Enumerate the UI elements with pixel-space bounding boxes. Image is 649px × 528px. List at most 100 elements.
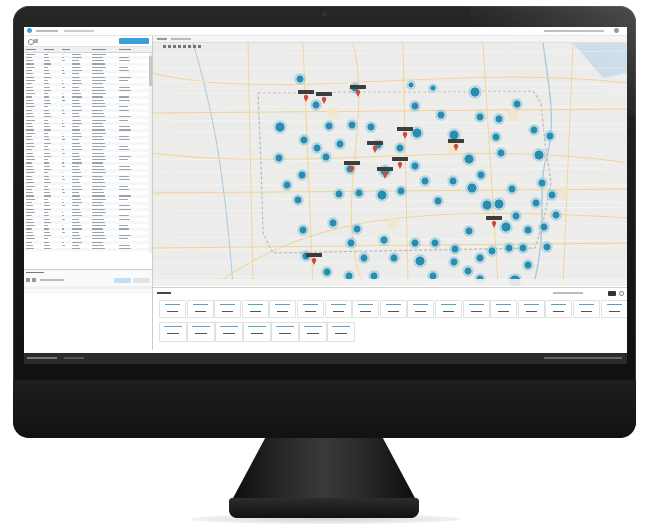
zoom-out-icon[interactable] <box>168 45 171 48</box>
cluster-marker <box>463 153 475 165</box>
stat-label-blur <box>220 326 238 328</box>
stat-card[interactable] <box>573 300 600 318</box>
table-cell <box>44 116 51 118</box>
map-view[interactable] <box>153 43 627 286</box>
stat-card[interactable] <box>215 322 243 342</box>
details-icon-2[interactable] <box>32 278 36 282</box>
user-menu-icon[interactable] <box>614 28 619 33</box>
records-scroll-thumb[interactable] <box>149 56 152 86</box>
table-cell <box>72 136 82 138</box>
stat-card[interactable] <box>214 300 242 318</box>
stat-card[interactable] <box>186 300 214 318</box>
details-secondary-button[interactable] <box>133 278 150 283</box>
table-cell <box>26 185 35 187</box>
details-primary-button[interactable] <box>114 278 131 283</box>
pin-label <box>344 161 360 165</box>
statistics-settings-button[interactable] <box>608 291 616 296</box>
stat-label-blur <box>385 304 401 306</box>
filter-icon[interactable] <box>34 39 38 43</box>
stat-card[interactable] <box>187 322 215 342</box>
app-menu-blur[interactable] <box>64 30 94 32</box>
stat-card[interactable] <box>545 300 573 318</box>
table-cell <box>72 152 79 154</box>
cluster-marker <box>297 170 307 180</box>
user-info-blur <box>544 30 604 32</box>
pin-label <box>367 141 383 145</box>
print-icon[interactable] <box>198 45 201 48</box>
table-cell <box>119 89 131 91</box>
stat-card[interactable] <box>462 300 490 318</box>
stat-card[interactable] <box>159 322 187 342</box>
stat-card[interactable] <box>241 300 269 318</box>
select-icon[interactable] <box>178 45 181 48</box>
map-canvas[interactable] <box>153 43 627 286</box>
details-title-blur <box>26 271 44 273</box>
table-cell <box>62 159 63 161</box>
cluster-marker <box>376 189 388 201</box>
table-cell <box>72 126 79 128</box>
table-cell <box>62 162 64 164</box>
add-record-button[interactable] <box>119 38 149 44</box>
pan-icon[interactable] <box>173 45 176 48</box>
table-cell <box>26 109 32 111</box>
stat-card[interactable] <box>159 300 186 318</box>
table-cell <box>26 155 34 157</box>
table-cell <box>92 185 106 187</box>
table-cell <box>26 126 33 128</box>
table-cell <box>26 162 32 164</box>
table-cell <box>72 165 79 167</box>
tab-map[interactable] <box>157 38 167 40</box>
measure-icon[interactable] <box>183 45 186 48</box>
cluster-marker <box>369 271 379 281</box>
pin-label <box>392 157 408 161</box>
table-cell <box>72 93 81 95</box>
tab-layers[interactable] <box>171 38 191 40</box>
stat-card[interactable] <box>379 300 407 318</box>
app-title-blur <box>36 30 58 32</box>
stat-value-blur <box>335 333 347 335</box>
pin-label <box>306 253 322 257</box>
stat-card[interactable] <box>243 322 271 342</box>
stat-card[interactable] <box>517 300 545 318</box>
map-attribution <box>153 279 627 286</box>
table-cell <box>44 211 48 214</box>
table-cell <box>92 149 103 151</box>
stat-card[interactable] <box>297 300 324 318</box>
cluster-marker <box>475 253 485 263</box>
stat-card[interactable] <box>324 300 352 318</box>
table-cell <box>62 112 65 115</box>
stat-card[interactable] <box>435 300 462 318</box>
table-cell <box>92 221 105 223</box>
stat-card[interactable] <box>407 300 435 318</box>
stat-card[interactable] <box>352 300 380 318</box>
layers-icon[interactable] <box>193 45 196 48</box>
table-cell <box>26 142 34 144</box>
draw-icon[interactable] <box>188 45 191 48</box>
stat-card[interactable] <box>600 300 627 318</box>
table-cell <box>72 218 79 220</box>
table-cell <box>72 149 82 151</box>
table-row[interactable] <box>24 247 152 251</box>
zoom-in-icon[interactable] <box>163 45 166 48</box>
table-cell <box>44 235 51 237</box>
table-cell <box>72 244 79 247</box>
details-icon-1[interactable] <box>26 278 30 282</box>
stat-card[interactable] <box>271 322 299 342</box>
table-cell <box>92 169 105 171</box>
stat-card[interactable] <box>299 322 327 342</box>
table-cell <box>44 205 50 207</box>
app-logo-icon[interactable] <box>27 28 32 33</box>
cluster-marker <box>449 257 459 267</box>
stat-card[interactable] <box>490 300 518 318</box>
stat-card[interactable] <box>269 300 297 318</box>
cluster-marker <box>410 161 420 171</box>
cluster-marker <box>448 176 458 186</box>
table-cell <box>44 228 49 230</box>
stat-label-blur <box>276 326 294 328</box>
stat-card[interactable] <box>327 322 355 342</box>
close-icon[interactable] <box>619 291 624 296</box>
table-cell <box>92 109 103 111</box>
table-cell <box>92 178 104 181</box>
cluster-marker <box>328 218 338 228</box>
table-cell <box>119 145 128 148</box>
